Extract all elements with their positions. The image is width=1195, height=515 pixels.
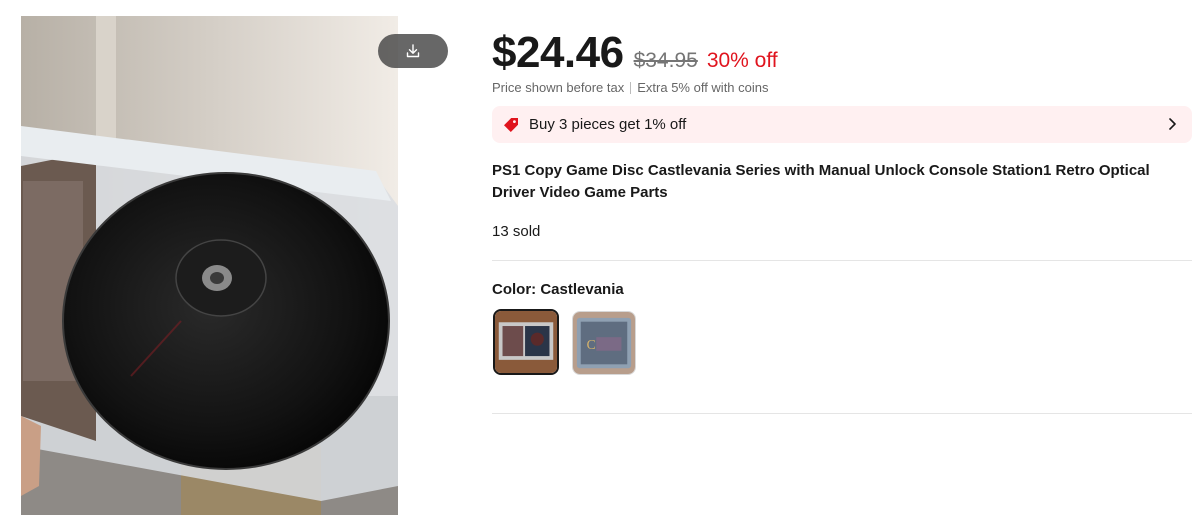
divider <box>492 260 1192 261</box>
download-icon <box>406 44 420 58</box>
color-option-castlevania[interactable] <box>493 309 559 375</box>
download-button[interactable] <box>378 34 448 68</box>
promo-banner[interactable]: Buy 3 pieces get 1% off <box>492 106 1192 143</box>
price-row: $24.46 $34.95 30% off <box>492 28 778 80</box>
promo-text: Buy 3 pieces get 1% off <box>529 116 687 133</box>
discount-label: 30% off <box>706 49 778 72</box>
swatch-thumbnail: C <box>573 312 635 374</box>
svg-text:C: C <box>587 337 596 352</box>
original-price: $34.95 <box>633 49 698 72</box>
current-price: $24.46 <box>492 28 624 77</box>
sold-count: 13 sold <box>492 223 541 240</box>
price-note: Price shown before tax Extra 5% off with… <box>492 80 769 95</box>
color-option-castlevania-alt[interactable]: C <box>572 311 636 375</box>
divider <box>492 413 1192 414</box>
product-image[interactable] <box>21 16 398 515</box>
product-title: PS1 Copy Game Disc Castlevania Series wi… <box>492 162 1150 201</box>
tax-note: Price shown before tax <box>492 80 625 95</box>
color-label: Color: Castlevania <box>492 281 624 298</box>
separator <box>630 81 632 94</box>
coins-note: Extra 5% off with coins <box>637 80 769 95</box>
swatch-thumbnail <box>495 311 557 373</box>
chevron-right-icon <box>1169 118 1176 130</box>
tag-icon <box>504 117 518 132</box>
